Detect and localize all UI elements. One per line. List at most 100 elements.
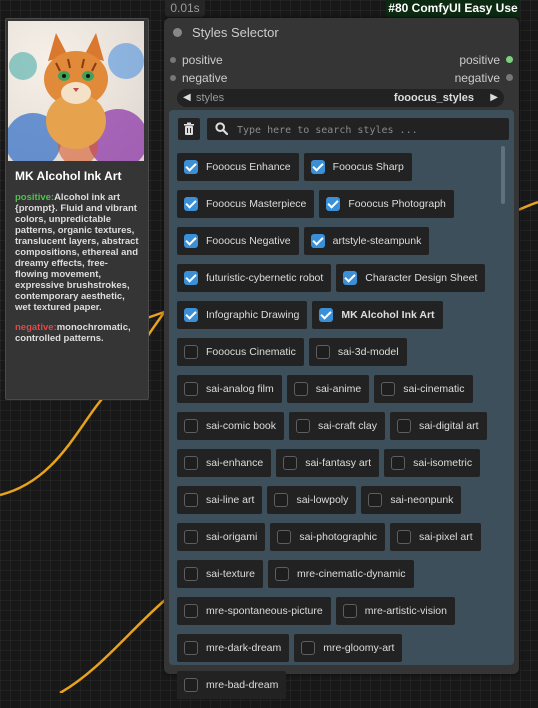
style-option[interactable]: Fooocus Negative: [177, 227, 299, 255]
style-option[interactable]: mre-cinematic-dynamic: [268, 560, 414, 588]
style-option[interactable]: sai-texture: [177, 560, 264, 588]
style-option[interactable]: MK Alcohol Ink Art: [312, 301, 443, 329]
checkbox-unchecked-icon[interactable]: [381, 382, 396, 396]
style-option[interactable]: Fooocus Sharp: [303, 153, 412, 181]
style-option[interactable]: Infographic Drawing: [177, 301, 308, 329]
checkbox-unchecked-icon[interactable]: [184, 641, 198, 655]
checkbox-unchecked-icon[interactable]: [184, 382, 198, 396]
style-option-label: sai-fantasy art: [305, 457, 372, 469]
checkbox-checked-icon[interactable]: [184, 234, 198, 248]
search-input[interactable]: [235, 121, 504, 139]
styles-combo[interactable]: ◀ styles fooocus_styles ▶: [177, 89, 504, 107]
style-option-label: mre-artistic-vision: [364, 605, 447, 617]
style-option[interactable]: sai-neonpunk: [361, 486, 462, 514]
output-slot-positive[interactable]: [506, 56, 513, 63]
checkbox-checked-icon[interactable]: [310, 160, 325, 174]
checkbox-checked-icon[interactable]: [184, 271, 198, 285]
style-option[interactable]: sai-anime: [286, 375, 370, 403]
style-option[interactable]: sai-origami: [177, 523, 266, 551]
checkbox-checked-icon[interactable]: [326, 197, 341, 211]
positive-label: positive:: [15, 192, 55, 203]
checkbox-unchecked-icon[interactable]: [274, 493, 289, 507]
style-option[interactable]: sai-line art: [177, 486, 263, 514]
checkbox-unchecked-icon[interactable]: [184, 493, 198, 507]
node-badge: #80 ComfyUI Easy Use: [386, 0, 520, 17]
style-option-label: sai-digital art: [418, 420, 479, 432]
checkbox-unchecked-icon[interactable]: [184, 530, 198, 544]
style-option[interactable]: sai-lowpoly: [267, 486, 357, 514]
checkbox-unchecked-icon[interactable]: [293, 382, 308, 396]
checkbox-unchecked-icon[interactable]: [397, 530, 411, 544]
checkbox-unchecked-icon[interactable]: [184, 345, 198, 359]
style-option[interactable]: Fooocus Photograph: [319, 190, 454, 218]
style-option[interactable]: Fooocus Masterpiece: [177, 190, 315, 218]
styles-list: Fooocus Enhance Fooocus Sharp Fooocus Mast…: [177, 153, 507, 708]
style-option[interactable]: sai-craft clay: [289, 412, 385, 440]
style-option-label: Fooocus Masterpiece: [206, 198, 307, 210]
style-option[interactable]: sai-3d-model: [308, 338, 407, 366]
output-slot-negative[interactable]: [506, 74, 513, 81]
style-option[interactable]: futuristic-cybernetic robot: [177, 264, 332, 292]
style-option[interactable]: mre-gloomy-art: [294, 634, 403, 662]
style-option-label: MK Alcohol Ink Art: [341, 309, 435, 321]
style-option[interactable]: sai-cinematic: [374, 375, 473, 403]
node-header[interactable]: Styles Selector: [164, 18, 519, 48]
node-title: Styles Selector: [192, 25, 279, 40]
checkbox-unchecked-icon[interactable]: [283, 456, 298, 470]
style-option[interactable]: sai-isometric: [384, 449, 481, 477]
checkbox-unchecked-icon[interactable]: [368, 493, 383, 507]
style-option[interactable]: mre-artistic-vision: [335, 597, 455, 625]
checkbox-unchecked-icon[interactable]: [184, 567, 198, 581]
checkbox-checked-icon[interactable]: [184, 160, 198, 174]
wire-right: [517, 200, 538, 212]
style-option-label: sai-neonpunk: [390, 494, 454, 506]
style-option[interactable]: mre-bad-dream: [177, 671, 287, 699]
style-option-label: sai-pixel art: [419, 531, 473, 543]
input-slot-negative[interactable]: [170, 75, 176, 81]
checkbox-unchecked-icon[interactable]: [184, 678, 198, 692]
style-option[interactable]: sai-photographic: [270, 523, 385, 551]
checkbox-checked-icon[interactable]: [184, 197, 198, 211]
checkbox-unchecked-icon[interactable]: [184, 419, 198, 433]
style-option-label: Fooocus Photograph: [348, 198, 446, 210]
preview-image: [8, 21, 144, 161]
checkbox-unchecked-icon[interactable]: [301, 641, 316, 655]
collapse-dot-icon[interactable]: [173, 28, 182, 37]
input-label-positive: positive: [182, 53, 223, 67]
checkbox-unchecked-icon[interactable]: [342, 604, 357, 618]
style-option[interactable]: Character Design Sheet: [336, 264, 486, 292]
style-option[interactable]: sai-comic book: [177, 412, 285, 440]
style-option-label: sai-texture: [206, 568, 256, 580]
clear-selection-button[interactable]: [178, 118, 200, 140]
checkbox-unchecked-icon[interactable]: [275, 567, 290, 581]
style-option[interactable]: Fooocus Cinematic: [177, 338, 304, 366]
checkbox-unchecked-icon[interactable]: [277, 530, 292, 544]
style-option[interactable]: artstyle-steampunk: [303, 227, 430, 255]
checkbox-unchecked-icon[interactable]: [184, 604, 198, 618]
style-option[interactable]: Fooocus Enhance: [177, 153, 299, 181]
checkbox-unchecked-icon[interactable]: [396, 419, 411, 433]
style-option-label: sai-lowpoly: [296, 494, 349, 506]
style-option[interactable]: sai-fantasy art: [276, 449, 380, 477]
checkbox-unchecked-icon[interactable]: [315, 345, 330, 359]
input-slot-positive[interactable]: [170, 57, 176, 63]
combo-next-icon[interactable]: ▶: [490, 92, 498, 103]
style-option[interactable]: sai-enhance: [177, 449, 272, 477]
style-option[interactable]: sai-analog film: [177, 375, 282, 403]
styles-selector-node[interactable]: Styles Selector positive positive negati…: [164, 18, 519, 699]
style-option[interactable]: mre-dark-dream: [177, 634, 290, 662]
style-option[interactable]: mre-spontaneous-picture: [177, 597, 331, 625]
checkbox-unchecked-icon[interactable]: [391, 456, 406, 470]
combo-prev-icon[interactable]: ◀: [183, 92, 191, 103]
checkbox-checked-icon[interactable]: [343, 271, 358, 285]
style-option-label: Fooocus Cinematic: [206, 346, 296, 358]
checkbox-checked-icon[interactable]: [319, 308, 334, 322]
checkbox-unchecked-icon[interactable]: [184, 456, 198, 470]
checkbox-checked-icon[interactable]: [310, 234, 325, 248]
checkbox-unchecked-icon[interactable]: [296, 419, 311, 433]
checkbox-checked-icon[interactable]: [184, 308, 198, 322]
negative-label: negative:: [15, 322, 57, 333]
style-option[interactable]: sai-digital art: [389, 412, 487, 440]
style-option[interactable]: sai-pixel art: [390, 523, 481, 551]
style-search[interactable]: [207, 118, 509, 140]
